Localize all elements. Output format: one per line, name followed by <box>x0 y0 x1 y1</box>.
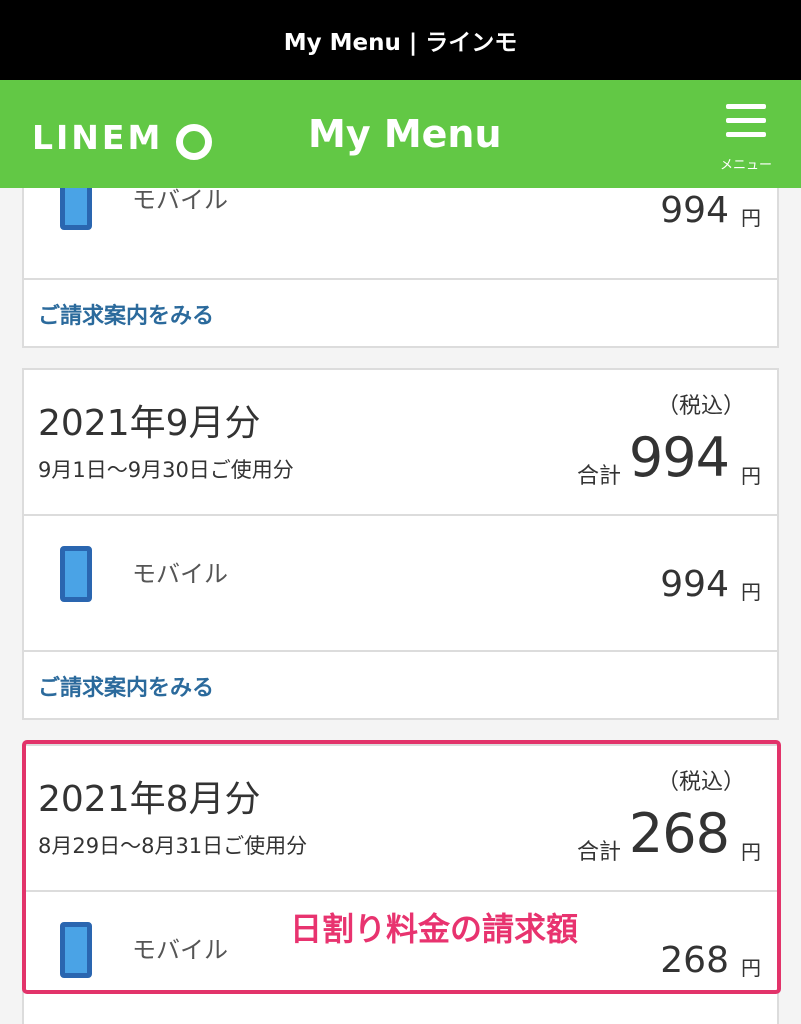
line-unit: 円 <box>741 206 761 230</box>
card-header: 2021年8月分 8月29日〜8月31日ご使用分 （税込） 合計 268 円 <box>24 746 777 892</box>
card-header: 2021年9月分 9月1日〜9月30日ご使用分 （税込） 合計 994 円 <box>24 370 777 516</box>
annotation-label: 日割り料金の請求額 <box>290 910 579 948</box>
smartphone-icon <box>60 546 92 602</box>
tax-note: （税込） <box>656 770 745 795</box>
link-row: ご請求案内をみる <box>24 652 777 718</box>
logo-mark-icon <box>176 124 212 160</box>
app-header: LINEM My Menu メニュー <box>0 80 801 188</box>
tax-note: （税込） <box>656 394 745 419</box>
usage-period: 8月29日〜8月31日ご使用分 <box>38 834 308 858</box>
hamburger-icon <box>726 104 766 109</box>
line-amount: 994 <box>660 564 729 605</box>
line-name: モバイル <box>132 188 228 214</box>
line-unit: 円 <box>741 580 761 604</box>
hamburger-icon <box>726 118 766 123</box>
line-name: モバイル <box>132 936 228 964</box>
usage-period: 9月1日〜9月30日ご使用分 <box>38 458 294 482</box>
hamburger-icon <box>726 132 766 137</box>
menu-button[interactable]: メニュー <box>708 98 784 174</box>
billing-card-partial: モバイル 994 円 ご請求案内をみる <box>22 188 779 348</box>
total-label: 合計 <box>576 464 621 489</box>
line-row: モバイル 994 円 <box>24 516 777 652</box>
billing-card-2021-08: 2021年8月分 8月29日〜8月31日ご使用分 （税込） 合計 268 円 モ… <box>22 744 779 1024</box>
window-title: My Menu | ラインモ <box>0 0 801 80</box>
billing-month: 2021年9月分 <box>38 403 261 444</box>
line-amount: 994 <box>660 190 729 231</box>
line-unit: 円 <box>741 956 761 980</box>
link-row: ご請求案内をみる <box>24 280 777 346</box>
smartphone-icon <box>60 922 92 978</box>
view-invoice-link[interactable]: ご請求案内をみる <box>38 670 214 702</box>
total-amount: 994 <box>628 426 730 489</box>
total-amount: 268 <box>628 802 730 865</box>
total-unit: 円 <box>741 840 761 864</box>
total-label: 合計 <box>576 840 621 865</box>
linemo-logo[interactable]: LINEM <box>32 118 163 157</box>
billing-month: 2021年8月分 <box>38 779 261 820</box>
billing-list[interactable]: モバイル 994 円 ご請求案内をみる 2021年9月分 9月1日〜9月30日ご… <box>0 188 801 1024</box>
total-unit: 円 <box>741 464 761 488</box>
line-name: モバイル <box>132 560 228 588</box>
line-amount: 268 <box>660 940 729 981</box>
line-row: モバイル 994 円 <box>24 188 777 280</box>
billing-card-2021-09: 2021年9月分 9月1日〜9月30日ご使用分 （税込） 合計 994 円 モバ… <box>22 368 779 720</box>
view-invoice-link[interactable]: ご請求案内をみる <box>38 298 214 330</box>
page-title: My Menu <box>308 112 502 156</box>
menu-label: メニュー <box>719 158 772 173</box>
smartphone-icon <box>60 188 92 230</box>
